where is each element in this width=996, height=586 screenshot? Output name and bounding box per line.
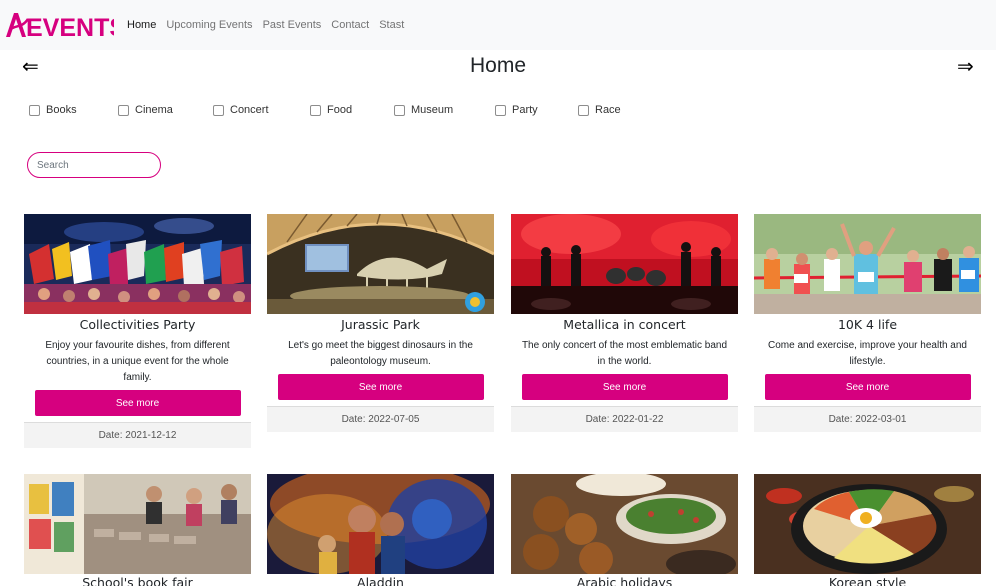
filter-label: Cinema: [135, 104, 173, 116]
event-date: Date: 2022-03-01: [754, 406, 981, 432]
filter-party[interactable]: Party: [495, 103, 538, 117]
checkbox[interactable]: [29, 104, 40, 116]
event-date: Date: 2021-12-12: [24, 422, 251, 448]
event-image-book-fair: [24, 474, 251, 574]
nav-link-upcoming-events[interactable]: Upcoming Events: [166, 18, 252, 32]
checkbox[interactable]: [118, 104, 129, 116]
filter-label: Books: [46, 104, 77, 116]
event-image-korean-bibimbap: [754, 474, 981, 574]
event-title: Arabic holidays: [576, 575, 673, 586]
event-card: School's book fair: [24, 474, 251, 586]
event-card: Arabic holidays: [511, 474, 738, 586]
event-image-aladdin-poster: [267, 474, 494, 574]
filter-label: Race: [595, 104, 621, 116]
event-title: School's book fair: [82, 575, 193, 586]
filter-cinema[interactable]: Cinema: [118, 103, 173, 117]
event-card: Collectivities Party Enjoy your favourit…: [24, 214, 251, 448]
event-description: Enjoy your favourite dishes, from differ…: [45, 340, 230, 383]
event-title: Collectivities Party: [79, 317, 196, 332]
search-input[interactable]: [27, 152, 161, 178]
nav-link-past-events[interactable]: Past Events: [263, 18, 322, 32]
filter-concert[interactable]: Concert: [213, 103, 269, 117]
event-image-dinosaur-museum: [267, 214, 494, 314]
next-page-arrow-icon[interactable]: ⇒: [957, 56, 974, 78]
filter-label: Museum: [411, 104, 454, 116]
event-title: Jurassic Park: [341, 317, 420, 332]
event-title: Metallica in concert: [563, 317, 686, 332]
see-more-button[interactable]: See more: [277, 374, 484, 400]
brand-logo[interactable]: EVENTS: [4, 7, 114, 43]
filter-label: Concert: [230, 104, 269, 116]
nav-link-home[interactable]: Home: [127, 18, 156, 32]
see-more-button[interactable]: See more: [521, 374, 728, 400]
event-title: 10K 4 life: [837, 317, 898, 332]
event-image-arabic-food: [511, 474, 738, 574]
event-date: Date: 2022-01-22: [511, 406, 738, 432]
event-card: Metallica in concert The only concert of…: [511, 214, 738, 432]
event-description: Come and exercise, improve your health a…: [768, 340, 967, 367]
filter-books[interactable]: Books: [29, 103, 77, 117]
event-card: Korean style: [754, 474, 981, 586]
filter-label: Party: [512, 104, 538, 116]
event-image-runners-finish: [754, 214, 981, 314]
see-more-button[interactable]: See more: [764, 374, 971, 400]
event-title: Korean style: [828, 575, 907, 586]
checkbox[interactable]: [213, 104, 224, 116]
nav-link-stast[interactable]: Stast: [379, 18, 404, 32]
nav-links: Home Upcoming Events Past Events Contact…: [127, 18, 414, 32]
event-date: Date: 2022-07-05: [267, 406, 494, 432]
checkbox[interactable]: [310, 104, 321, 116]
checkbox[interactable]: [578, 104, 589, 116]
nav-link-contact[interactable]: Contact: [331, 18, 369, 32]
see-more-button[interactable]: See more: [34, 390, 241, 416]
checkbox[interactable]: [495, 104, 506, 116]
navbar: EVENTS Home Upcoming Events Past Events …: [0, 0, 996, 50]
filter-label: Food: [327, 104, 353, 116]
event-card: 10K 4 life Come and exercise, improve yo…: [754, 214, 981, 432]
filter-race[interactable]: Race: [578, 103, 621, 117]
event-description: Let's go meet the biggest dinosaurs in t…: [288, 340, 473, 367]
event-image-flags-stage: [24, 214, 251, 314]
page-title: Home: [469, 54, 527, 77]
checkbox[interactable]: [394, 104, 405, 116]
event-card: Jurassic Park Let's go meet the biggest …: [267, 214, 494, 432]
logo-text: EVENTS: [26, 14, 114, 42]
filter-food[interactable]: Food: [310, 103, 352, 117]
event-description: The only concert of the most emblematic …: [521, 340, 728, 367]
event-image-concert-stage: [511, 214, 738, 314]
event-title: Aladdin: [357, 575, 404, 586]
event-card: Aladdin: [267, 474, 494, 586]
filter-museum[interactable]: Museum: [394, 103, 453, 117]
